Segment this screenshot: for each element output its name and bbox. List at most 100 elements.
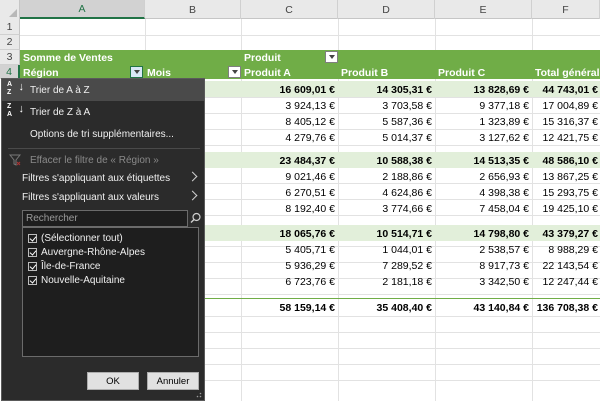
sort-ascending-icon: A Z ↓ [7,81,24,96]
pivot-value-cell[interactable]: 1 323,89 € [435,114,529,130]
col-header-produit-a: Produit A [244,67,291,79]
col-header-produit-b: Produit B [341,67,389,79]
pivot-value-cell[interactable]: 2 188,86 € [338,169,432,185]
pivot-value-cell[interactable]: 6 723,76 € [241,274,335,290]
pivot-value-cell[interactable]: 14 798,80 € [435,226,529,242]
pivot-value-cell[interactable]: 3 703,58 € [338,98,432,114]
row-header-2[interactable]: 2 [0,35,20,50]
filter-search-input[interactable]: Rechercher [22,210,188,227]
pivot-value-cell[interactable]: 8 192,40 € [241,201,335,217]
filter-item-label: Île-de-France [41,260,101,272]
filter-item-nouvelle-aquitaine[interactable]: Nouvelle-Aquitaine [28,273,125,287]
row-header-1[interactable]: 1 [0,19,20,35]
column-header-f[interactable]: F [532,0,600,19]
grand-total-produit-c[interactable]: 43 140,84 € [435,300,529,316]
pivot-value-cell[interactable]: 4 279,76 € [241,130,335,146]
column-header-d[interactable]: D [338,0,435,19]
pivot-value-cell[interactable]: 5 936,29 € [241,258,335,274]
filter-item-ile-de-france[interactable]: Île-de-France [28,259,100,273]
pivot-value-cell[interactable]: 14 305,31 € [338,82,432,98]
pivot-value-cell[interactable]: 8 917,73 € [435,258,529,274]
pivot-value-cell[interactable]: 2 656,93 € [435,169,529,185]
grand-total-produit-b[interactable]: 35 408,40 € [338,300,432,316]
pivot-value-cell[interactable]: 5 014,37 € [338,130,432,146]
pivot-value-cell[interactable]: 7 458,04 € [435,201,529,217]
pivot-value-cell[interactable]: 12 421,75 € [532,130,598,146]
pivot-value-cell[interactable]: 10 514,71 € [338,226,432,242]
pivot-value-cell[interactable]: 8 988,29 € [532,242,598,258]
select-all-corner[interactable] [0,0,20,19]
pivot-value-cell[interactable]: 22 143,54 € [532,258,598,274]
checkbox-checked-icon[interactable] [28,275,37,285]
pivot-value-cell[interactable]: 19 425,10 € [532,201,598,217]
ok-button[interactable]: OK [87,372,139,390]
column-header-c[interactable]: C [241,0,338,19]
cancel-button[interactable]: Annuler [147,372,199,390]
pivot-value-cell[interactable]: 18 065,76 € [241,226,335,242]
filter-item-label: Nouvelle-Aquitaine [41,274,125,286]
product-filter-dropdown[interactable] [325,51,338,63]
month-filter-dropdown[interactable] [228,66,241,78]
pivot-value-cell[interactable]: 48 586,10 € [532,153,598,169]
menu-sort-a-to-z[interactable]: A Z ↓ Trier de A à Z [2,79,204,101]
pivot-value-cell[interactable]: 7 289,52 € [338,258,432,274]
pivot-value-cell[interactable]: 3 342,50 € [435,274,529,290]
menu-value-filters[interactable]: Filtres s'appliquant aux valeurs [2,186,204,208]
pivot-value-cell[interactable]: 15 316,37 € [532,114,598,130]
column-header-a[interactable]: A [20,0,145,19]
filter-item-select-all[interactable]: (Sélectionner tout) [28,231,123,245]
col-header-produit-c: Produit C [438,67,486,79]
pivot-value-cell[interactable]: 6 270,51 € [241,185,335,201]
pivot-value-cell[interactable]: 43 379,27 € [532,226,598,242]
checkbox-checked-icon[interactable] [28,261,37,271]
pivot-value-cell[interactable]: 10 588,38 € [338,153,432,169]
pivot-value-cell[interactable]: 8 405,12 € [241,114,335,130]
pivot-value-cell[interactable]: 13 828,69 € [435,82,529,98]
checkbox-checked-icon[interactable] [28,233,37,243]
pivot-value-cell[interactable]: 17 004,89 € [532,98,598,114]
pivot-value-cell[interactable]: 4 624,86 € [338,185,432,201]
pivot-value-cell[interactable]: 9 377,18 € [435,98,529,114]
grand-total-general[interactable]: 136 708,38 € [532,300,598,316]
pivot-value-cell[interactable]: 12 247,44 € [532,274,598,290]
chevron-right-icon [187,171,198,182]
pivot-value-cell[interactable]: 1 044,01 € [338,242,432,258]
pivot-value-cell[interactable]: 44 743,01 € [532,82,598,98]
pivot-value-cell[interactable]: 5 405,71 € [241,242,335,258]
pivot-value-cell[interactable]: 16 609,01 € [241,82,335,98]
pivot-value-cell[interactable]: 14 513,35 € [435,153,529,169]
region-filter-dropdown[interactable] [130,66,143,78]
pivot-value-cell[interactable]: 9 021,46 € [241,169,335,185]
col-header-total-general: Total général [535,67,600,79]
pivot-value-cell[interactable]: 2 181,18 € [338,274,432,290]
search-icon[interactable] [188,210,203,227]
checkbox-checked-icon[interactable] [28,247,37,257]
pivot-value-cell[interactable]: 3 774,66 € [338,201,432,217]
row-header-3[interactable]: 3 [0,50,20,65]
pivot-value-cell[interactable]: 2 538,57 € [435,242,529,258]
chevron-right-icon [187,190,198,201]
pivot-value-cell[interactable]: 3 924,13 € [241,98,335,114]
filter-item-auvergne[interactable]: Auvergne-Rhône-Alpes [28,245,145,259]
menu-sort-more-options[interactable]: Options de tri supplémentaires... [2,123,204,145]
row-header-4[interactable]: 4 [0,65,20,79]
column-header-b[interactable]: B [145,0,241,19]
pivot-value-cell[interactable]: 5 587,36 € [338,114,432,130]
pivot-value-cell[interactable]: 4 398,38 € [435,185,529,201]
pivot-value-cell[interactable]: 15 293,75 € [532,185,598,201]
region-filter-menu: A Z ↓ Trier de A à Z Z A ↓ Trier de Z à A Op… [1,78,205,401]
filter-values-list: (Sélectionner tout) Auvergne-Rhône-Alpes… [22,227,199,357]
menu-clear-filter-label: Effacer le filtre de « Région » [30,154,159,166]
menu-label-filters-label: Filtres s'appliquant aux étiquettes [22,172,171,184]
sort-descending-icon: Z A ↓ [7,103,24,118]
pivot-value-cell[interactable]: 13 867,25 € [532,169,598,185]
pivot-sum-label: Somme de Ventes [23,52,113,64]
resize-grip-icon[interactable] [194,390,202,398]
menu-sort-z-to-a[interactable]: Z A ↓ Trier de Z à A [2,101,204,123]
clear-filter-icon [9,154,21,166]
pivot-value-cell[interactable]: 3 127,62 € [435,130,529,146]
grand-total-produit-a[interactable]: 58 159,14 € [241,300,335,316]
pivot-value-cell[interactable]: 23 484,37 € [241,153,335,169]
column-header-e[interactable]: E [435,0,532,19]
menu-sort-z-to-a-label: Trier de Z à A [30,106,91,118]
